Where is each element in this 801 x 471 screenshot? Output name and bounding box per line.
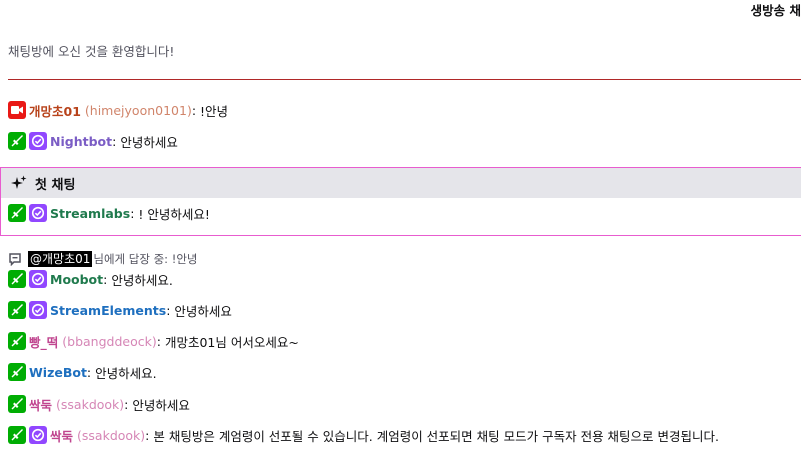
chat-separator: : bbox=[86, 364, 92, 380]
sword-icon[interactable] bbox=[8, 301, 26, 319]
chat-message[interactable]: Moobot : 안녕하세요. bbox=[8, 268, 801, 290]
sparkle-icon bbox=[11, 175, 27, 191]
sword-icon[interactable] bbox=[8, 395, 26, 413]
chat-message[interactable]: StreamElements : 안녕하세요 bbox=[8, 299, 801, 321]
verified-check-icon[interactable] bbox=[29, 204, 47, 222]
chat-username[interactable]: 싹둑 bbox=[29, 395, 52, 414]
chat-message[interactable]: 빵_떡 (bbangddeock) : 개망초01님 어서오세요~ bbox=[8, 330, 801, 352]
chat-text: 안녕하세요. bbox=[95, 365, 157, 381]
sword-icon[interactable] bbox=[8, 426, 26, 444]
chat-username[interactable]: StreamElements bbox=[50, 303, 166, 318]
sword-icon[interactable] bbox=[8, 270, 26, 288]
chat-separator: : bbox=[130, 205, 135, 221]
first-chat-header: 첫 채팅 bbox=[1, 168, 801, 198]
verified-check-icon[interactable] bbox=[29, 301, 47, 319]
chat-login[interactable]: (himejyoon0101) bbox=[85, 103, 192, 118]
chat-username[interactable]: WizeBot bbox=[29, 365, 87, 380]
chat-text: !안녕 bbox=[200, 103, 229, 119]
reply-mention[interactable]: @개망초01 bbox=[28, 251, 93, 267]
chat-separator: : bbox=[166, 302, 171, 318]
chat-message[interactable]: Streamlabs : ! 안녕하세요! bbox=[8, 202, 801, 224]
sword-icon[interactable] bbox=[8, 332, 26, 350]
chat-text: 안녕하세요 bbox=[174, 303, 232, 319]
chat-username[interactable]: Streamlabs bbox=[50, 206, 130, 221]
chat-message[interactable]: WizeBot : 안녕하세요. bbox=[8, 361, 801, 383]
chat-separator: : bbox=[156, 333, 161, 349]
chat-text: 안녕하세요 bbox=[120, 134, 178, 150]
verified-check-icon[interactable] bbox=[29, 132, 47, 150]
chat-login[interactable]: (ssakdook) bbox=[56, 397, 124, 412]
chat-username[interactable]: 개망초01 bbox=[29, 101, 81, 120]
sword-icon[interactable] bbox=[8, 363, 26, 381]
reply-bubble-icon bbox=[8, 252, 22, 266]
chat-text: 본 채팅방은 계엄령이 선포될 수 있습니다. 계엄령이 선포되면 채팅 모드가… bbox=[153, 428, 719, 444]
chat-message[interactable]: 싹둑 (ssakdook) : 안녕하세요 bbox=[8, 393, 801, 415]
chat-login[interactable]: (bbangddeock) bbox=[62, 334, 156, 349]
chat-separator: : bbox=[103, 271, 108, 287]
chat-username[interactable]: 빵_떡 bbox=[29, 332, 58, 351]
first-chat-label: 첫 채팅 bbox=[35, 177, 76, 193]
chat-message[interactable]: Nightbot : 안녕하세요 bbox=[8, 130, 801, 152]
chat-text: 개망초01님 어서오세요~ bbox=[164, 334, 299, 350]
reply-suffix: 님에게 답장 중: !안녕 bbox=[93, 252, 198, 266]
sword-icon[interactable] bbox=[8, 204, 26, 222]
chat-header-title: 생방송 채 bbox=[750, 3, 801, 18]
reply-indicator[interactable]: @개망초01 님에게 답장 중: !안녕 bbox=[8, 250, 197, 268]
chat-separator: : bbox=[145, 427, 150, 443]
chat-username[interactable]: 싹둑 bbox=[50, 426, 73, 445]
verified-check-icon[interactable] bbox=[29, 426, 47, 444]
verified-check-icon[interactable] bbox=[29, 270, 47, 288]
chat-username[interactable]: Nightbot bbox=[50, 134, 112, 149]
chat-login[interactable]: (ssakdook) bbox=[77, 428, 145, 443]
chat-message[interactable]: 개망초01 (himejyoon0101) : !안녕 bbox=[8, 99, 801, 121]
chat-text: 안녕하세요 bbox=[132, 397, 190, 413]
chat-separator: : bbox=[124, 396, 129, 412]
broadcaster-icon[interactable] bbox=[8, 101, 26, 119]
welcome-divider bbox=[8, 79, 801, 80]
chat-text: 안녕하세요. bbox=[111, 272, 173, 288]
welcome-message: 채팅방에 오신 것을 환영합니다! bbox=[8, 44, 175, 59]
sword-icon[interactable] bbox=[8, 132, 26, 150]
chat-text: ! 안녕하세요! bbox=[138, 206, 210, 222]
chat-separator: : bbox=[112, 133, 117, 149]
chat-username[interactable]: Moobot bbox=[50, 272, 103, 287]
chat-separator: : bbox=[191, 102, 197, 118]
chat-message[interactable]: 싹둑 (ssakdook) : 본 채팅방은 계엄령이 선포될 수 있습니다. … bbox=[8, 424, 801, 446]
